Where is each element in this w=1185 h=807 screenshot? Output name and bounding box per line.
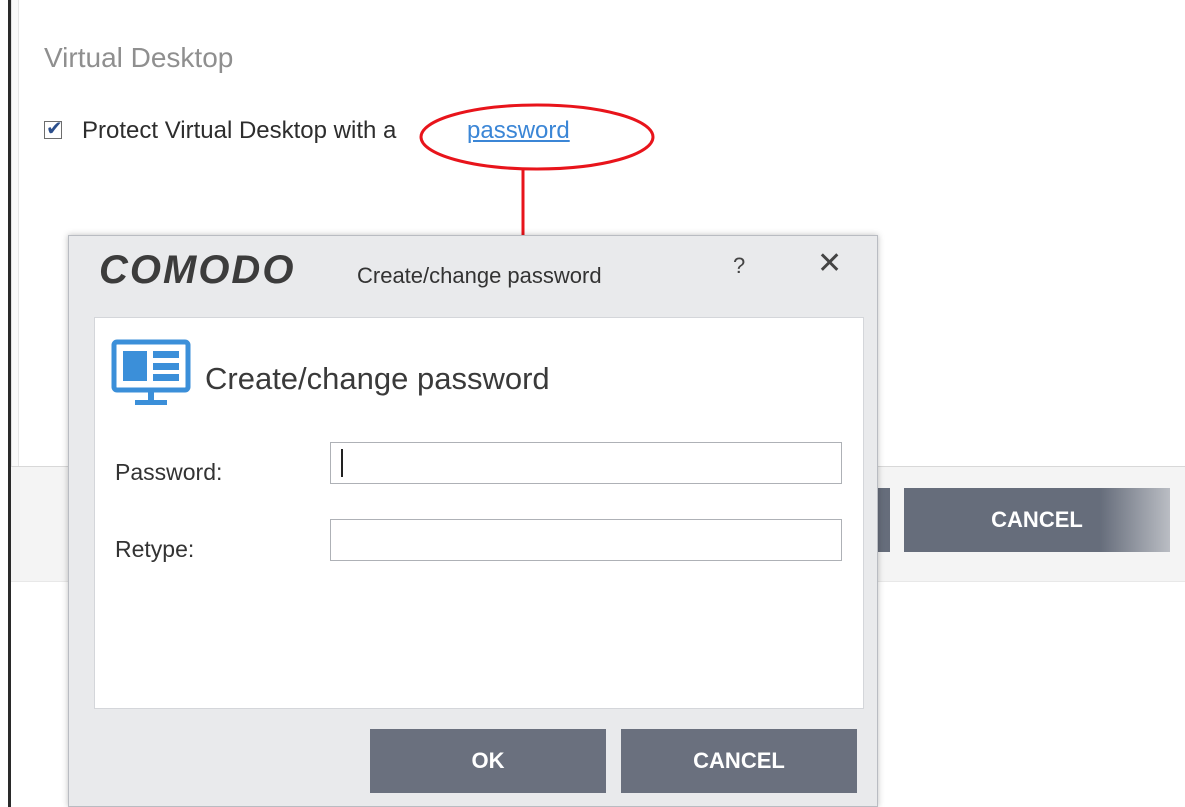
close-button[interactable]: ✕ [817, 248, 842, 280]
password-link[interactable]: password [467, 117, 570, 145]
dialog-title: Create/change password [357, 263, 602, 288]
cancel-button-background-label: CANCEL [991, 507, 1083, 532]
ok-button-background[interactable] [878, 488, 890, 552]
cancel-button[interactable]: CANCEL [621, 729, 857, 793]
section-title: Virtual Desktop [44, 42, 234, 73]
ok-button[interactable]: OK [370, 729, 606, 793]
fade-overlay [1100, 488, 1170, 552]
help-button[interactable]: ? [733, 253, 745, 279]
content-heading: Create/change password [205, 361, 550, 396]
protect-desktop-label: Protect Virtual Desktop with a [82, 117, 397, 144]
retype-input[interactable] [330, 519, 842, 561]
password-input[interactable] [330, 442, 842, 484]
comodo-logo: COMODO [99, 248, 296, 292]
ok-button-label: OK [471, 748, 505, 773]
cancel-button-background[interactable]: CANCEL [904, 488, 1170, 552]
dialog-content: Create/change password Password: Retype: [94, 317, 864, 709]
checkmark-icon: ✔ [46, 118, 63, 140]
protect-desktop-checkbox[interactable]: ✔ [44, 118, 63, 140]
password-label: Password: [115, 459, 223, 485]
monitor-icon [111, 339, 191, 405]
retype-label: Retype: [115, 536, 195, 562]
create-password-dialog: COMODO Create/change password ? ✕ Create… [68, 235, 878, 807]
text-caret [341, 449, 343, 477]
cancel-button-label: CANCEL [693, 748, 785, 773]
